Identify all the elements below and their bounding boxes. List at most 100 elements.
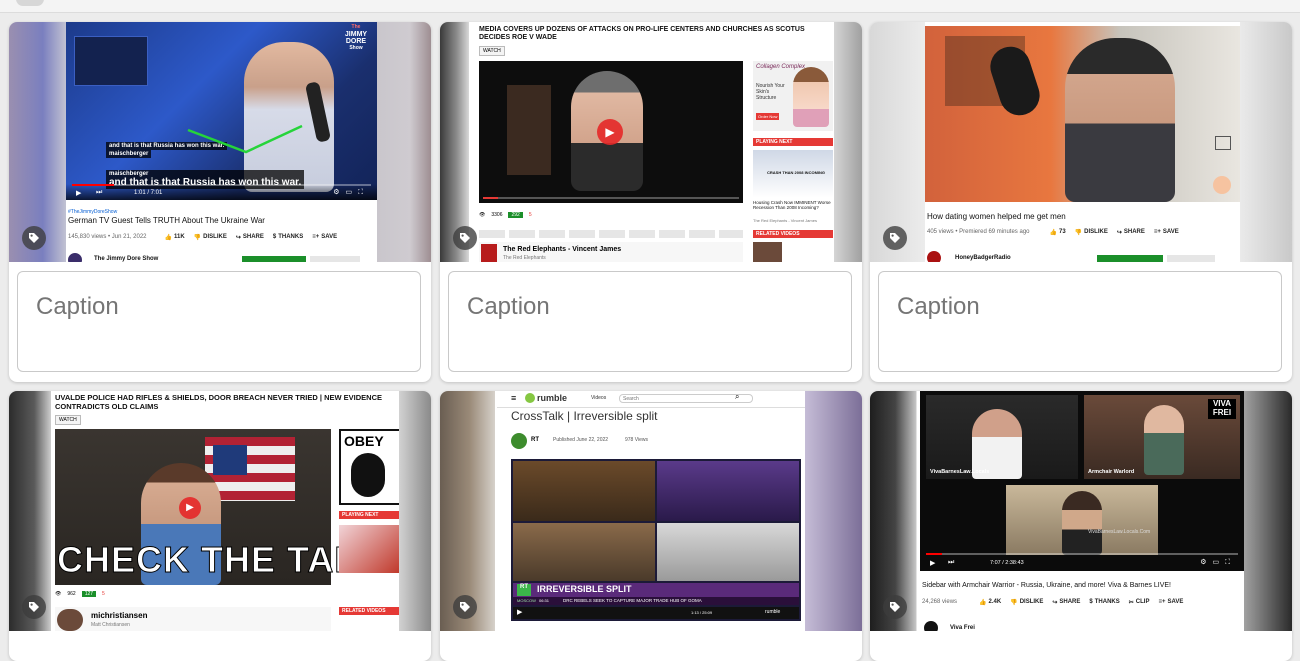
- dislike-button[interactable]: 👎 DISLIKE: [1075, 229, 1108, 236]
- thanks-icon: $: [1089, 599, 1093, 605]
- play-icon[interactable]: ▶: [517, 608, 522, 616]
- channel-avatar[interactable]: [927, 251, 941, 262]
- image-card-3[interactable]: How dating women helped me get men 405 v…: [870, 22, 1292, 382]
- image-card-6[interactable]: VivaBarnesLaw.Locals Armchair Warlord VI…: [870, 391, 1292, 661]
- share-button[interactable]: ↪ SHARE: [1052, 599, 1080, 606]
- image-card-5[interactable]: ≡ rumble Videos ⌕ CrossTalk | Irreversib…: [440, 391, 862, 661]
- channel-avatar[interactable]: [57, 609, 83, 631]
- channel-avatar[interactable]: [68, 253, 82, 262]
- subscribed-button[interactable]: [1167, 255, 1215, 262]
- search-input[interactable]: [619, 394, 753, 403]
- rumble-brand[interactable]: rumble: [537, 393, 567, 403]
- dislike-button[interactable]: 👎 DISLIKE: [194, 234, 227, 241]
- next-video-thumb[interactable]: CRASH THAN 2008 INCOMING: [753, 150, 833, 198]
- image-thumbnail[interactable]: UVALDE POLICE HAD RIFLES & SHIELDS, DOOR…: [9, 391, 431, 631]
- hashtag-link[interactable]: #TheJimmyDoreShow: [68, 209, 117, 215]
- like-button[interactable]: 127: [81, 590, 97, 597]
- tag-button[interactable]: [22, 226, 46, 250]
- save-button[interactable]: ≡+ SAVE: [312, 234, 337, 240]
- tag-button[interactable]: [453, 226, 477, 250]
- channel-name[interactable]: Viva Frei: [950, 625, 975, 631]
- channel-name[interactable]: The Jimmy Dore Show: [94, 256, 158, 262]
- related-video-item[interactable]: [753, 242, 833, 262]
- view-count: 145,830 views • Jun 21, 2022: [68, 234, 147, 240]
- sidebar-advert[interactable]: Collagen Complex Nourish Your Skin's Str…: [753, 61, 833, 131]
- like-button[interactable]: 👍 73: [1050, 229, 1066, 236]
- next-icon[interactable]: ⏭: [948, 559, 954, 567]
- caption-field[interactable]: [878, 271, 1282, 372]
- image-thumbnail[interactable]: VivaBarnesLaw.Locals Armchair Warlord VI…: [870, 391, 1292, 631]
- brand-line: FREI: [1212, 408, 1232, 417]
- caption-input[interactable]: [895, 292, 1259, 322]
- miniplayer-icon[interactable]: [1215, 136, 1231, 150]
- bitchute-screenshot: UVALDE POLICE HAD RIFLES & SHIELDS, DOOR…: [51, 391, 399, 631]
- save-button[interactable]: ≡+ SAVE: [1154, 229, 1179, 235]
- search-icon[interactable]: ⌕: [735, 392, 739, 402]
- progress-bar[interactable]: [72, 184, 371, 186]
- image-card-2[interactable]: MEDIA COVERS UP DOZENS OF ATTACKS ON PRO…: [440, 22, 862, 382]
- image-thumbnail[interactable]: MEDIA COVERS UP DOZENS OF ATTACKS ON PRO…: [440, 22, 862, 262]
- channel-avatar[interactable]: [481, 244, 497, 262]
- share-button[interactable]: ↪ SHARE: [236, 234, 264, 241]
- next-video-title[interactable]: Housing Crash Now IMMINENT Worse Recessi…: [753, 200, 833, 210]
- image-thumbnail[interactable]: ≡ rumble Videos ⌕ CrossTalk | Irreversib…: [440, 391, 862, 631]
- image-thumbnail[interactable]: How dating women helped me get men 405 v…: [870, 22, 1292, 262]
- tag-button[interactable]: [883, 226, 907, 250]
- progress-bar[interactable]: [483, 197, 739, 199]
- tag-button[interactable]: [453, 595, 477, 619]
- channel-name[interactable]: The Red Elephants - Vincent James: [503, 246, 621, 253]
- play-button-icon[interactable]: ▶: [597, 119, 623, 145]
- thanks-button[interactable]: $ THANKS: [273, 234, 303, 240]
- save-icon: ≡+: [312, 234, 320, 240]
- image-card-1[interactable]: The JIMMY DORE Show and that is that Rus…: [9, 22, 431, 382]
- like-button[interactable]: 292: [508, 211, 523, 218]
- dislike-button[interactable]: 👎 DISLIKE: [1010, 599, 1043, 606]
- watch-tab[interactable]: WATCH: [479, 46, 505, 56]
- image-grid: The JIMMY DORE Show and that is that Rus…: [0, 0, 1300, 661]
- caption-field[interactable]: [17, 271, 421, 372]
- tag-button[interactable]: [22, 595, 46, 619]
- nav-videos-link[interactable]: Videos: [591, 395, 606, 401]
- caption-field[interactable]: [448, 271, 852, 372]
- channel-name[interactable]: RT: [531, 437, 539, 443]
- hamburger-menu-icon[interactable]: ≡: [511, 393, 516, 403]
- clip-button[interactable]: ✂ CLIP: [1129, 599, 1150, 606]
- tag-button[interactable]: [883, 595, 907, 619]
- ad-order-button[interactable]: Order Now: [756, 113, 780, 120]
- subscribed-button[interactable]: [310, 256, 360, 262]
- watch-tab[interactable]: WATCH: [55, 415, 81, 425]
- dislike-button[interactable]: 5: [102, 591, 105, 597]
- image-card-4[interactable]: UVALDE POLICE HAD RIFLES & SHIELDS, DOOR…: [9, 391, 431, 661]
- ad-photo: [793, 67, 829, 127]
- play-icon[interactable]: ▶: [76, 189, 81, 197]
- channel-avatar[interactable]: [511, 433, 527, 449]
- ticker-bar: MOSCOW 06:31 DRC REBELS SEEK TO CAPTURE …: [513, 597, 799, 605]
- thanks-button[interactable]: $ THANKS: [1089, 599, 1119, 605]
- play-icon[interactable]: ▶: [930, 559, 935, 567]
- channel-name[interactable]: HoneyBadgerRadio: [955, 255, 1011, 261]
- like-button[interactable]: 👍 11K: [165, 234, 185, 241]
- panelist-figure: [1144, 405, 1184, 475]
- progress-bar[interactable]: [926, 553, 1238, 555]
- settings-fullscreen-icons[interactable]: ⚙▭⛶: [333, 188, 369, 197]
- share-icon: ↪: [1116, 229, 1122, 236]
- caption-input[interactable]: [465, 292, 829, 322]
- share-label: SHARE: [1123, 229, 1145, 235]
- next-icon[interactable]: ⏭: [96, 189, 102, 197]
- next-video-thumb[interactable]: [339, 525, 399, 573]
- join-button[interactable]: [242, 256, 306, 262]
- sidebar-advert[interactable]: OBEY: [339, 429, 399, 505]
- play-button-icon[interactable]: ▶: [179, 497, 201, 519]
- share-button[interactable]: ↪ SHARE: [1117, 229, 1145, 236]
- like-button[interactable]: 👍 2.4K: [979, 599, 1001, 606]
- image-thumbnail[interactable]: The JIMMY DORE Show and that is that Rus…: [9, 22, 431, 262]
- panelist-figure: [1062, 491, 1102, 555]
- caption-input[interactable]: [34, 292, 398, 322]
- save-button[interactable]: ≡+ SAVE: [1158, 599, 1183, 605]
- join-button[interactable]: [1097, 255, 1163, 262]
- channel-avatar[interactable]: [924, 621, 938, 631]
- dislike-button[interactable]: 5: [529, 212, 532, 218]
- settings-fullscreen-icons[interactable]: ⚙▭⛶: [1200, 558, 1236, 567]
- channel-name[interactable]: michristiansen: [91, 611, 147, 620]
- video-action-row: 145,830 views • Jun 21, 2022 👍 11K 👎 DISLI…: [68, 232, 375, 242]
